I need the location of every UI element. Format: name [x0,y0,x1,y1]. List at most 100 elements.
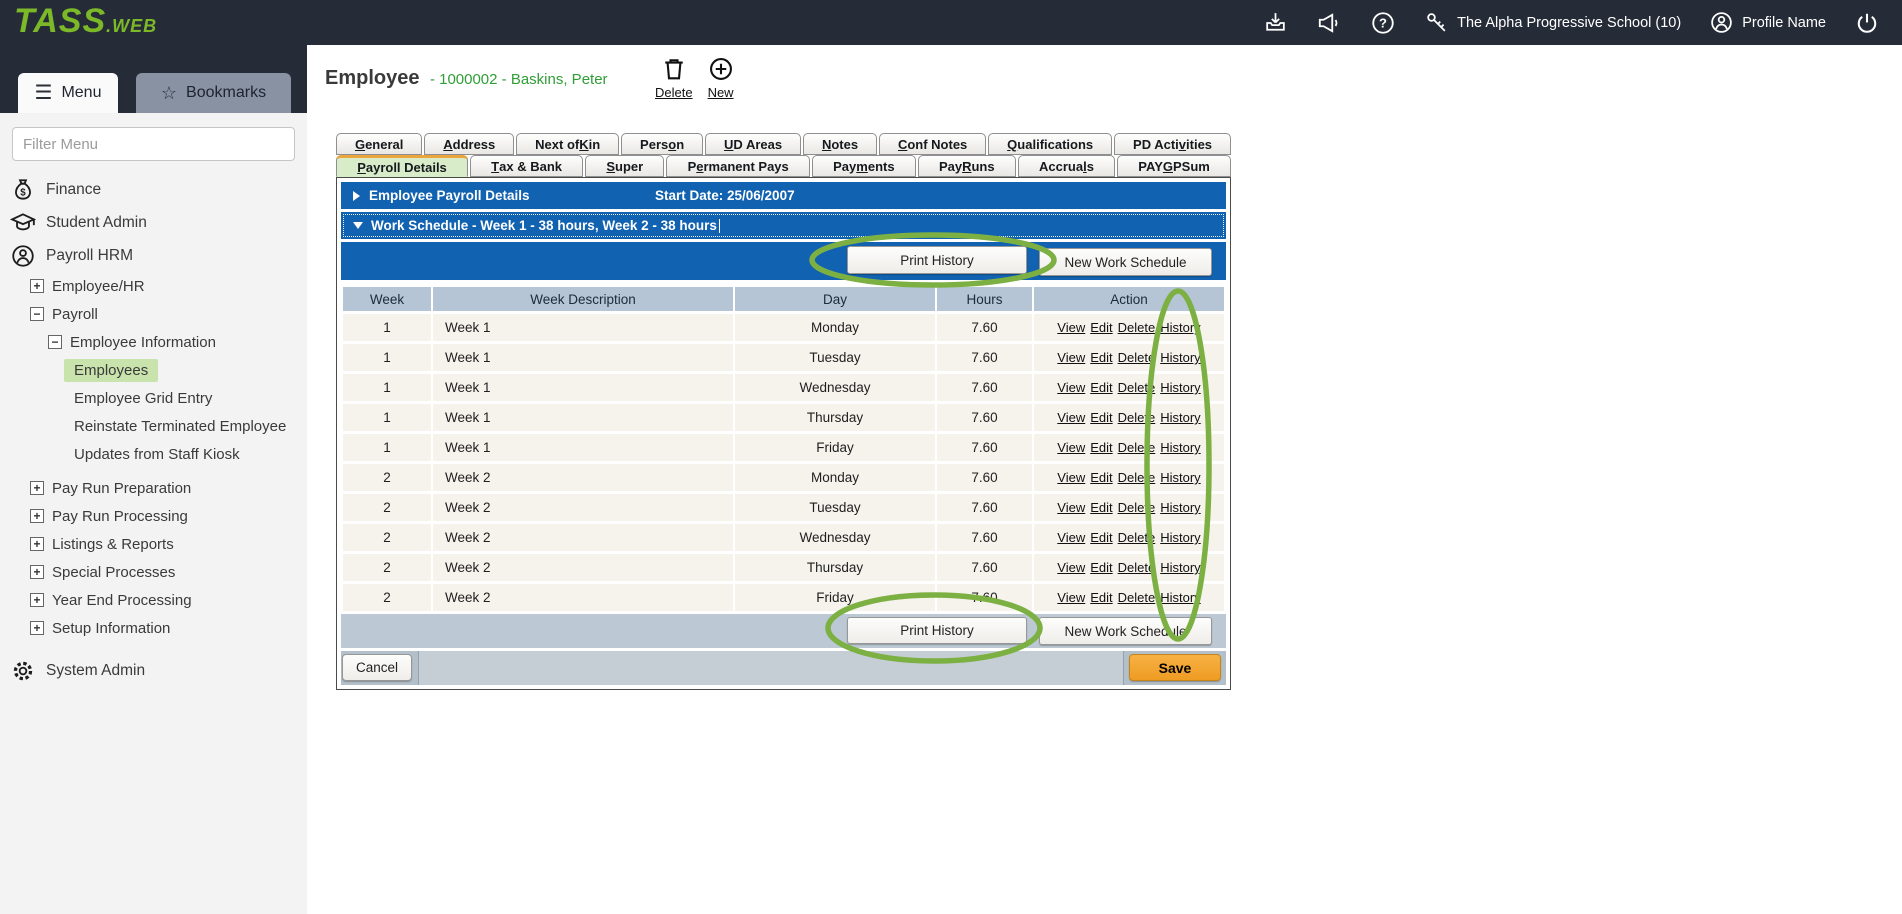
action-link-delete[interactable]: Delete [1118,470,1156,485]
save-button[interactable]: Save [1129,654,1221,681]
tab-pay-runs[interactable]: Pay Runs [918,155,1016,177]
action-link-delete[interactable]: Delete [1118,500,1156,515]
section-employee-payroll-details[interactable]: Employee Payroll Details Start Date: 25/… [341,182,1226,209]
action-link-history[interactable]: History [1160,560,1200,575]
expand-icon[interactable]: + [30,593,44,607]
action-link-edit[interactable]: Edit [1090,590,1112,605]
action-link-view[interactable]: View [1057,470,1085,485]
sidebar-item-payroll[interactable]: −Payroll [0,300,307,328]
action-link-history[interactable]: History [1160,320,1200,335]
sidebar-item-employee-grid-entry[interactable]: Employee Grid Entry [0,384,307,412]
profile-menu[interactable]: Profile Name [1709,10,1826,35]
action-link-history[interactable]: History [1160,530,1200,545]
action-link-view[interactable]: View [1057,590,1085,605]
action-link-delete[interactable]: Delete [1118,440,1156,455]
sidebar-item-pay-run-processing[interactable]: +Pay Run Processing [0,502,307,530]
help-icon[interactable]: ? [1370,10,1396,36]
action-link-delete[interactable]: Delete [1118,410,1156,425]
action-link-edit[interactable]: Edit [1090,410,1112,425]
tab-payroll-details[interactable]: Payroll Details [336,155,468,177]
new-button[interactable]: New [707,55,735,100]
sidebar-item-student-admin[interactable]: Student Admin [0,206,307,239]
sidebar-item-finance[interactable]: $Finance [0,173,307,206]
tab-bookmarks[interactable]: ☆ Bookmarks [136,73,291,113]
power-icon[interactable] [1854,10,1880,36]
new-work-schedule-button-top[interactable]: New Work Schedule [1039,248,1212,276]
sidebar-item-special-processes[interactable]: +Special Processes [0,558,307,586]
action-link-history[interactable]: History [1160,500,1200,515]
action-link-edit[interactable]: Edit [1090,350,1112,365]
tab-next-of-kin[interactable]: Next of Kin [516,133,619,155]
sidebar-item-employees[interactable]: Employees [0,356,307,384]
action-link-history[interactable]: History [1160,380,1200,395]
action-link-delete[interactable]: Delete [1118,350,1156,365]
action-link-edit[interactable]: Edit [1090,470,1112,485]
tab-qualifications[interactable]: Qualifications [988,133,1112,155]
tab-payg-psum[interactable]: PAYG PSum [1117,155,1231,177]
sidebar-item-listings-reports[interactable]: +Listings & Reports [0,530,307,558]
section-work-schedule[interactable]: Work Schedule - Week 1 - 38 hours, Week … [341,212,1226,239]
sidebar-item-updates-from-staff-kiosk[interactable]: Updates from Staff Kiosk [0,440,307,468]
action-link-view[interactable]: View [1057,560,1085,575]
action-link-view[interactable]: View [1057,410,1085,425]
action-link-edit[interactable]: Edit [1090,500,1112,515]
sidebar-item-year-end-processing[interactable]: +Year End Processing [0,586,307,614]
collapse-icon[interactable]: − [48,335,62,349]
tab-ud-areas[interactable]: UD Areas [705,133,801,155]
action-link-view[interactable]: View [1057,350,1085,365]
tab-accruals[interactable]: Accruals [1018,155,1115,177]
action-link-view[interactable]: View [1057,440,1085,455]
sidebar-item-pay-run-preparation[interactable]: +Pay Run Preparation [0,474,307,502]
action-link-delete[interactable]: Delete [1118,530,1156,545]
tab-super[interactable]: Super [585,155,664,177]
delete-button[interactable]: Delete [655,55,693,100]
action-link-delete[interactable]: Delete [1118,590,1156,605]
action-link-edit[interactable]: Edit [1090,440,1112,455]
sidebar-item-employee-information[interactable]: −Employee Information [0,328,307,356]
sidebar-item-reinstate-terminated-employee[interactable]: Reinstate Terminated Employee [0,412,307,440]
expand-icon[interactable]: + [30,565,44,579]
collapse-icon[interactable]: − [30,307,44,321]
tab-person[interactable]: Person [621,133,703,155]
action-link-delete[interactable]: Delete [1118,560,1156,575]
tab-address[interactable]: Address [424,133,514,155]
sidebar-item-system-admin[interactable]: System Admin [0,654,307,687]
action-link-view[interactable]: View [1057,320,1085,335]
tab-notes[interactable]: Notes [803,133,877,155]
tab-tax-bank[interactable]: Tax & Bank [470,155,583,177]
print-history-button-bottom[interactable]: Print History [847,617,1027,644]
expand-icon[interactable]: + [30,621,44,635]
tab-menu[interactable]: ☰ Menu [18,73,118,113]
action-link-delete[interactable]: Delete [1118,320,1156,335]
action-link-edit[interactable]: Edit [1090,380,1112,395]
announcement-icon[interactable] [1316,10,1342,36]
sidebar-item-setup-information[interactable]: +Setup Information [0,614,307,642]
expand-icon[interactable]: + [30,537,44,551]
print-history-button-top[interactable]: Print History [847,246,1027,274]
action-link-view[interactable]: View [1057,530,1085,545]
new-work-schedule-button-bottom[interactable]: New Work Schedule [1039,617,1212,645]
expand-icon[interactable]: + [30,509,44,523]
tab-general[interactable]: General [336,133,422,155]
action-link-edit[interactable]: Edit [1090,560,1112,575]
school-context[interactable]: The Alpha Progressive School (10) [1424,10,1681,35]
sidebar-item-payroll-hrm[interactable]: Payroll HRM [0,239,307,272]
action-link-edit[interactable]: Edit [1090,530,1112,545]
tab-conf-notes[interactable]: Conf Notes [879,133,986,155]
download-icon[interactable] [1263,10,1288,35]
filter-menu-input[interactable] [12,127,295,161]
action-link-history[interactable]: History [1160,470,1200,485]
action-link-history[interactable]: History [1160,350,1200,365]
expand-icon[interactable]: + [30,481,44,495]
action-link-view[interactable]: View [1057,380,1085,395]
action-link-delete[interactable]: Delete [1118,380,1156,395]
action-link-history[interactable]: History [1160,590,1200,605]
tab-payments[interactable]: Payments [812,155,916,177]
action-link-history[interactable]: History [1160,440,1200,455]
cancel-button[interactable]: Cancel [342,654,412,681]
action-link-view[interactable]: View [1057,500,1085,515]
action-link-edit[interactable]: Edit [1090,320,1112,335]
sidebar-item-employee-hr[interactable]: +Employee/HR [0,272,307,300]
tab-pd-activities[interactable]: PD Activities [1114,133,1231,155]
tab-permanent-pays[interactable]: Permanent Pays [666,155,810,177]
